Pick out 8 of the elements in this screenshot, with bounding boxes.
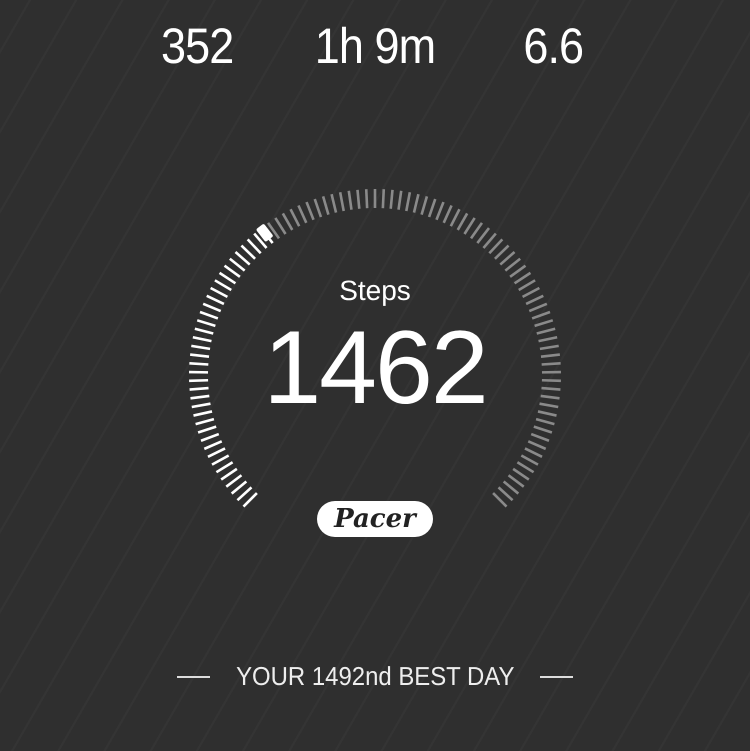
best-day-text: YOUR 1492nd BEST DAY [236,661,514,692]
stat-value: 6.6 [523,17,583,76]
steps-count: 1462 [262,313,488,423]
stat-value: 352 [160,17,234,76]
pacer-logo: Pacer [317,501,433,537]
steps-label: Steps [338,275,412,307]
stat-value: 1h 9m [314,17,436,76]
progress-marker [256,223,274,242]
